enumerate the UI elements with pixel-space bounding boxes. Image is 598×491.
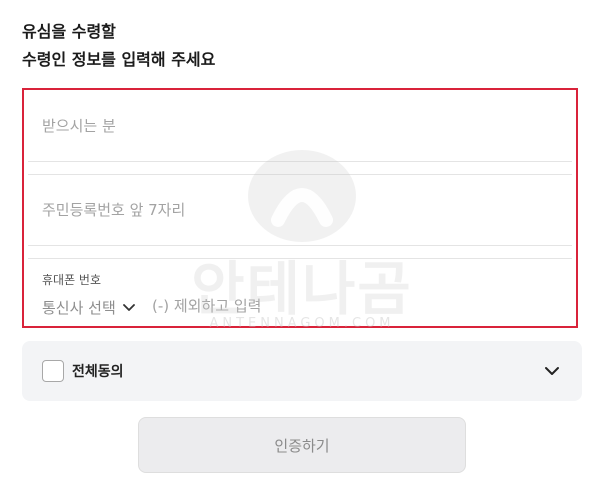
agree-all-label: 전체동의 bbox=[72, 364, 124, 380]
phone-number-wrapper bbox=[152, 289, 452, 323]
carrier-select-label: 통신사 선택 bbox=[42, 299, 116, 317]
agree-all-row[interactable]: 전체동의 bbox=[22, 341, 582, 401]
chevron-down-icon[interactable] bbox=[544, 362, 560, 381]
page-title: 유심을 수령할 수령인 정보를 입력해 주세요 bbox=[22, 18, 215, 74]
usim-recipient-page: 유심을 수령할 수령인 정보를 입력해 주세요 휴대폰 번호 통신사 선택 bbox=[0, 0, 598, 491]
carrier-select[interactable]: 통신사 선택 bbox=[42, 297, 136, 318]
resident-id-input[interactable] bbox=[28, 175, 572, 245]
phone-field: 휴대폰 번호 통신사 선택 bbox=[28, 258, 572, 326]
chevron-down-icon bbox=[122, 303, 136, 313]
agree-all-checkbox[interactable] bbox=[42, 360, 64, 382]
verify-button[interactable]: 인증하기 bbox=[138, 417, 466, 473]
phone-number-input[interactable] bbox=[152, 289, 452, 323]
phone-label: 휴대폰 번호 bbox=[42, 273, 102, 287]
page-title-line2: 수령인 정보를 입력해 주세요 bbox=[22, 50, 216, 69]
recipient-name-field bbox=[28, 90, 572, 162]
resident-id-field bbox=[28, 174, 572, 246]
page-title-line1: 유심을 수령할 bbox=[22, 22, 116, 41]
recipient-form: 휴대폰 번호 통신사 선택 bbox=[22, 88, 578, 328]
recipient-name-input[interactable] bbox=[28, 90, 572, 162]
